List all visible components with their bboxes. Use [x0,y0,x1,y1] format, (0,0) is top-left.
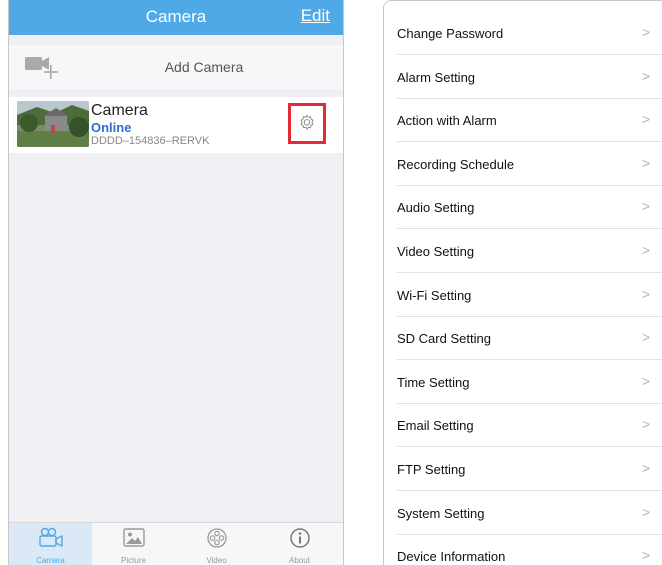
chevron-right-icon: > [641,416,650,433]
chevron-right-icon: > [641,111,650,128]
tab-camera[interactable]: Camera [9,523,92,565]
chevron-right-icon: > [641,24,650,40]
chevron-right-icon: > [641,329,650,346]
tab-picture-label: Picture [121,556,146,565]
settings-item-email-setting[interactable]: Email Setting > [384,404,662,448]
chevron-right-icon: > [641,198,650,215]
settings-item-label: Audio Setting [397,200,475,216]
settings-item-device-information[interactable]: Device Information > [384,535,662,565]
settings-item-label: Action with Alarm [397,113,497,129]
camera-name: Camera [91,102,148,119]
camera-list-item[interactable]: Camera Online DDDD–154836–RERVK [9,97,343,153]
picture-tab-icon [122,528,145,547]
chevron-right-icon: > [641,460,650,476]
settings-item-change-password[interactable]: Change Password > [384,12,662,55]
settings-item-wi-fi-setting[interactable]: Wi-Fi Setting > [384,274,662,317]
chevron-right-icon: > [641,242,650,258]
edit-button[interactable]: Edit [301,6,330,26]
settings-item-audio-setting[interactable]: Audio Setting > [384,186,662,230]
chevron-right-icon: > [641,154,650,171]
tab-video-label: Video [206,556,227,565]
settings-item-sd-card-setting[interactable]: SD Card Setting > [384,317,662,361]
settings-item-label: Email Setting [397,418,474,434]
navigation-bar: Camera Edit [9,0,343,35]
info-icon [289,528,310,548]
settings-item-label: Alarm Setting [397,69,476,85]
settings-item-label: Recording Schedule [397,156,515,172]
settings-item-time-setting[interactable]: Time Setting > [384,361,662,404]
tab-video[interactable]: Video [175,523,258,565]
tab-about-label: About [289,556,310,565]
add-camera-label: Add Camera [164,59,244,75]
settings-item-ftp-setting[interactable]: FTP Setting > [384,448,662,491]
settings-item-label: FTP Setting [397,462,466,477]
camera-tab-icon [38,527,63,547]
add-camera-button[interactable]: Add Camera [9,45,343,89]
settings-item-label: SD Card Setting [397,331,491,347]
camera-settings-button[interactable] [288,103,326,144]
settings-item-label: Change Password [397,26,504,41]
video-tab-icon [206,528,227,548]
settings-item-label: System Setting [397,505,485,521]
chevron-right-icon: > [641,372,650,389]
page-title: Camera [145,7,207,26]
settings-item-video-setting[interactable]: Video Setting > [384,230,662,273]
camera-thumbnail [17,101,89,147]
chevron-right-icon: > [641,547,650,564]
settings-item-system-setting[interactable]: System Setting > [384,492,662,535]
settings-item-label: Time Setting [397,374,470,390]
device-settings-screen: Change Password > Alarm Setting > Action wit… [383,0,662,565]
settings-item-recording-schedule[interactable]: Recording Schedule > [384,143,662,186]
settings-item-label: Video Setting [397,244,475,259]
settings-item-label: Wi-Fi Setting [397,287,472,303]
camera-status: Online [91,120,132,135]
gear-icon [300,114,314,130]
tab-about[interactable]: About [258,523,341,565]
camera-uid: DDDD–154836–RERVK [91,135,210,147]
chevron-right-icon: > [641,503,650,520]
chevron-right-icon: > [641,285,650,302]
tab-camera-label: Camera [36,556,65,565]
camera-list-screen: Camera Edit Add Camera Camera Online DDD… [8,0,344,565]
tab-picture[interactable]: Picture [92,523,175,565]
settings-item-action-with-alarm[interactable]: Action with Alarm > [384,99,662,143]
settings-item-label: Device Information [397,549,506,565]
settings-item-alarm-setting[interactable]: Alarm Setting > [384,56,662,99]
tab-bar: Camera Picture Video About [9,522,343,565]
chevron-right-icon: > [641,67,650,84]
